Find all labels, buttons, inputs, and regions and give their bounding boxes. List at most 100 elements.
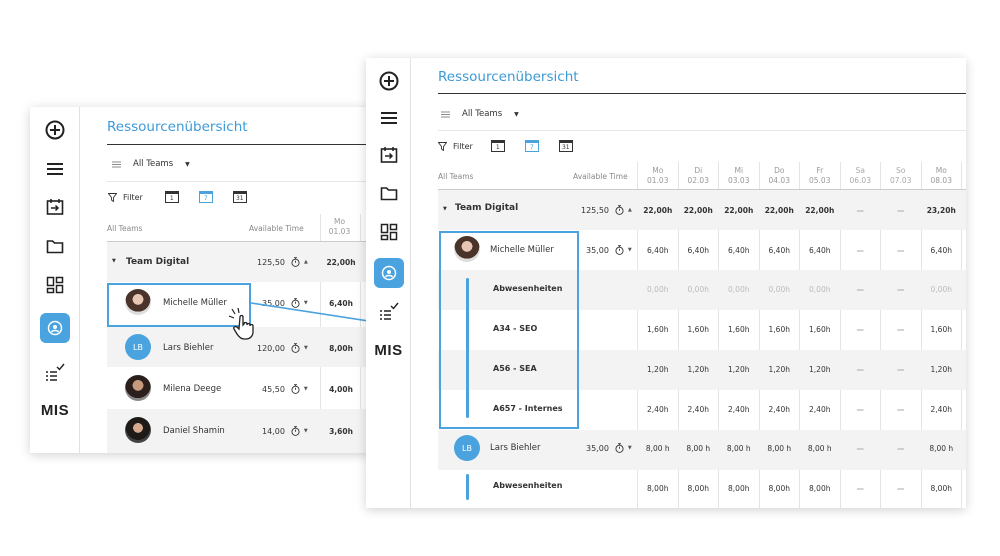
day-cell[interactable]: 22,00h [719,206,759,215]
day-cell[interactable]: 8,00 h [760,444,800,453]
day-cell[interactable]: 0,00h [922,285,962,294]
day-cell[interactable]: — [841,484,881,493]
day-cell[interactable]: 1,60h [800,325,840,334]
month-view-button[interactable]: 31 [558,140,573,152]
day-cell[interactable]: 6,40h [760,246,800,255]
team-select[interactable]: All Teams ▼ [441,109,519,119]
menu-icon[interactable] [366,103,411,133]
collapse-icon[interactable]: ▼ [443,206,447,212]
stopwatch-icon [291,257,300,267]
day-cell[interactable]: 1,60h [719,325,759,334]
day-view-button[interactable]: 1 [164,191,179,203]
filter-icon[interactable] [108,192,117,202]
day-cell[interactable]: 1,20h [922,365,962,374]
folder-icon[interactable] [366,178,411,208]
day-cell[interactable]: 23,20h [922,206,962,215]
day-cell[interactable]: 1,60h [760,325,800,334]
day-cell[interactable]: 0,00h [679,285,719,294]
dashboard-icon[interactable] [30,270,80,300]
day-cell[interactable]: 6,40h [922,246,962,255]
day-cell[interactable]: — [881,246,921,255]
team-select[interactable]: All Teams ▼ [112,159,190,169]
day-cell[interactable]: 8,00 h [679,444,719,453]
day-cell[interactable]: 6,40h [800,246,840,255]
day-cell[interactable]: 6,40h [638,246,678,255]
resources-icon[interactable] [30,313,80,343]
day-cell[interactable]: 8,00h [922,484,962,493]
day-cell[interactable]: 22,00h [760,206,800,215]
day-cell[interactable]: — [881,405,921,414]
day-cell[interactable]: — [841,206,881,215]
day-cell[interactable]: — [841,285,881,294]
week-view-button[interactable]: 7 [198,191,213,203]
day-cell[interactable]: 1,60h [679,325,719,334]
person-row[interactable]: Daniel Shamin 14,00 ▼ 3,60h [107,409,375,453]
month-view-button[interactable]: 31 [232,191,247,203]
day-cell[interactable]: — [841,325,881,334]
day-cell[interactable]: — [841,405,881,414]
person-name: Milena Deege [163,384,222,394]
day-cell[interactable]: 8,00h [800,484,840,493]
day-cell[interactable]: 2,40h [800,405,840,414]
day-cell[interactable]: 1,20h [800,365,840,374]
day-cell[interactable]: 8,00h [679,484,719,493]
day-cell[interactable]: — [841,365,881,374]
day-cell[interactable]: — [881,484,921,493]
day-cell[interactable]: 8,00 h [638,444,678,453]
resources-icon[interactable] [366,258,411,288]
avatar [125,375,151,401]
day-cell[interactable]: 2,40h [760,405,800,414]
day-cell[interactable]: 0,00h [760,285,800,294]
day-cell[interactable]: — [881,285,921,294]
day-cell[interactable]: 1,60h [638,325,678,334]
add-icon[interactable] [366,66,411,96]
list-icon [112,161,121,167]
day-cell[interactable]: — [841,444,881,453]
day-cell[interactable]: 22,00h [679,206,719,215]
day-cell[interactable]: 1,20h [760,365,800,374]
day-cell[interactable]: 2,40h [638,405,678,414]
day-cell[interactable]: — [881,325,921,334]
task-list-icon[interactable] [30,357,80,387]
day-cell[interactable]: 2,40h [719,405,759,414]
day-cell[interactable]: — [881,365,921,374]
day-cell[interactable]: 2,40h [922,405,962,414]
day-cell[interactable]: 22,00h [638,206,678,215]
add-icon[interactable] [30,115,80,145]
day-cell[interactable]: 0,00h [719,285,759,294]
day-cell[interactable]: 8,00 h [922,444,962,453]
day-cell[interactable]: 8,00 h [719,444,759,453]
calendar-import-icon[interactable] [30,192,80,222]
day-cell[interactable]: 1,60h [922,325,962,334]
day-cell[interactable]: 1,20h [638,365,678,374]
day-cell[interactable]: — [881,206,921,215]
filter-label[interactable]: Filter [453,142,473,151]
filter-icon[interactable] [438,141,447,151]
day-cell[interactable]: 0,00h [800,285,840,294]
filter-label[interactable]: Filter [123,193,143,202]
day-cell[interactable]: 8,00h [760,484,800,493]
day-cell[interactable]: 22,00h [800,206,840,215]
task-list-icon[interactable] [366,296,411,326]
day-header: Mo 01.03 [328,217,351,236]
dashboard-icon[interactable] [366,217,411,247]
day-cell[interactable]: 1,20h [679,365,719,374]
person-row[interactable]: Milena Deege 45,50 ▼ 4,00h [107,367,375,409]
day-cell[interactable]: 6,40h [719,246,759,255]
day-cell[interactable]: — [841,246,881,255]
day-view-button[interactable]: 1 [490,140,505,152]
day-cell[interactable]: 2,40h [679,405,719,414]
day-cell[interactable]: 0,00h [638,285,678,294]
folder-icon[interactable] [30,231,80,261]
day-cell[interactable]: — [881,444,921,453]
calendar-import-icon[interactable] [366,140,411,170]
menu-icon[interactable] [30,154,80,184]
week-view-button[interactable]: 7 [524,140,539,152]
day-cell[interactable]: 8,00h [638,484,678,493]
collapse-icon[interactable]: ▼ [112,258,116,264]
team-row[interactable]: ▼ Team Digital 125,50 ▲ 22,00h [107,242,375,282]
day-cell[interactable]: 6,40h [679,246,719,255]
day-cell[interactable]: 8,00 h [800,444,840,453]
day-cell[interactable]: 8,00h [719,484,759,493]
day-cell[interactable]: 1,20h [719,365,759,374]
